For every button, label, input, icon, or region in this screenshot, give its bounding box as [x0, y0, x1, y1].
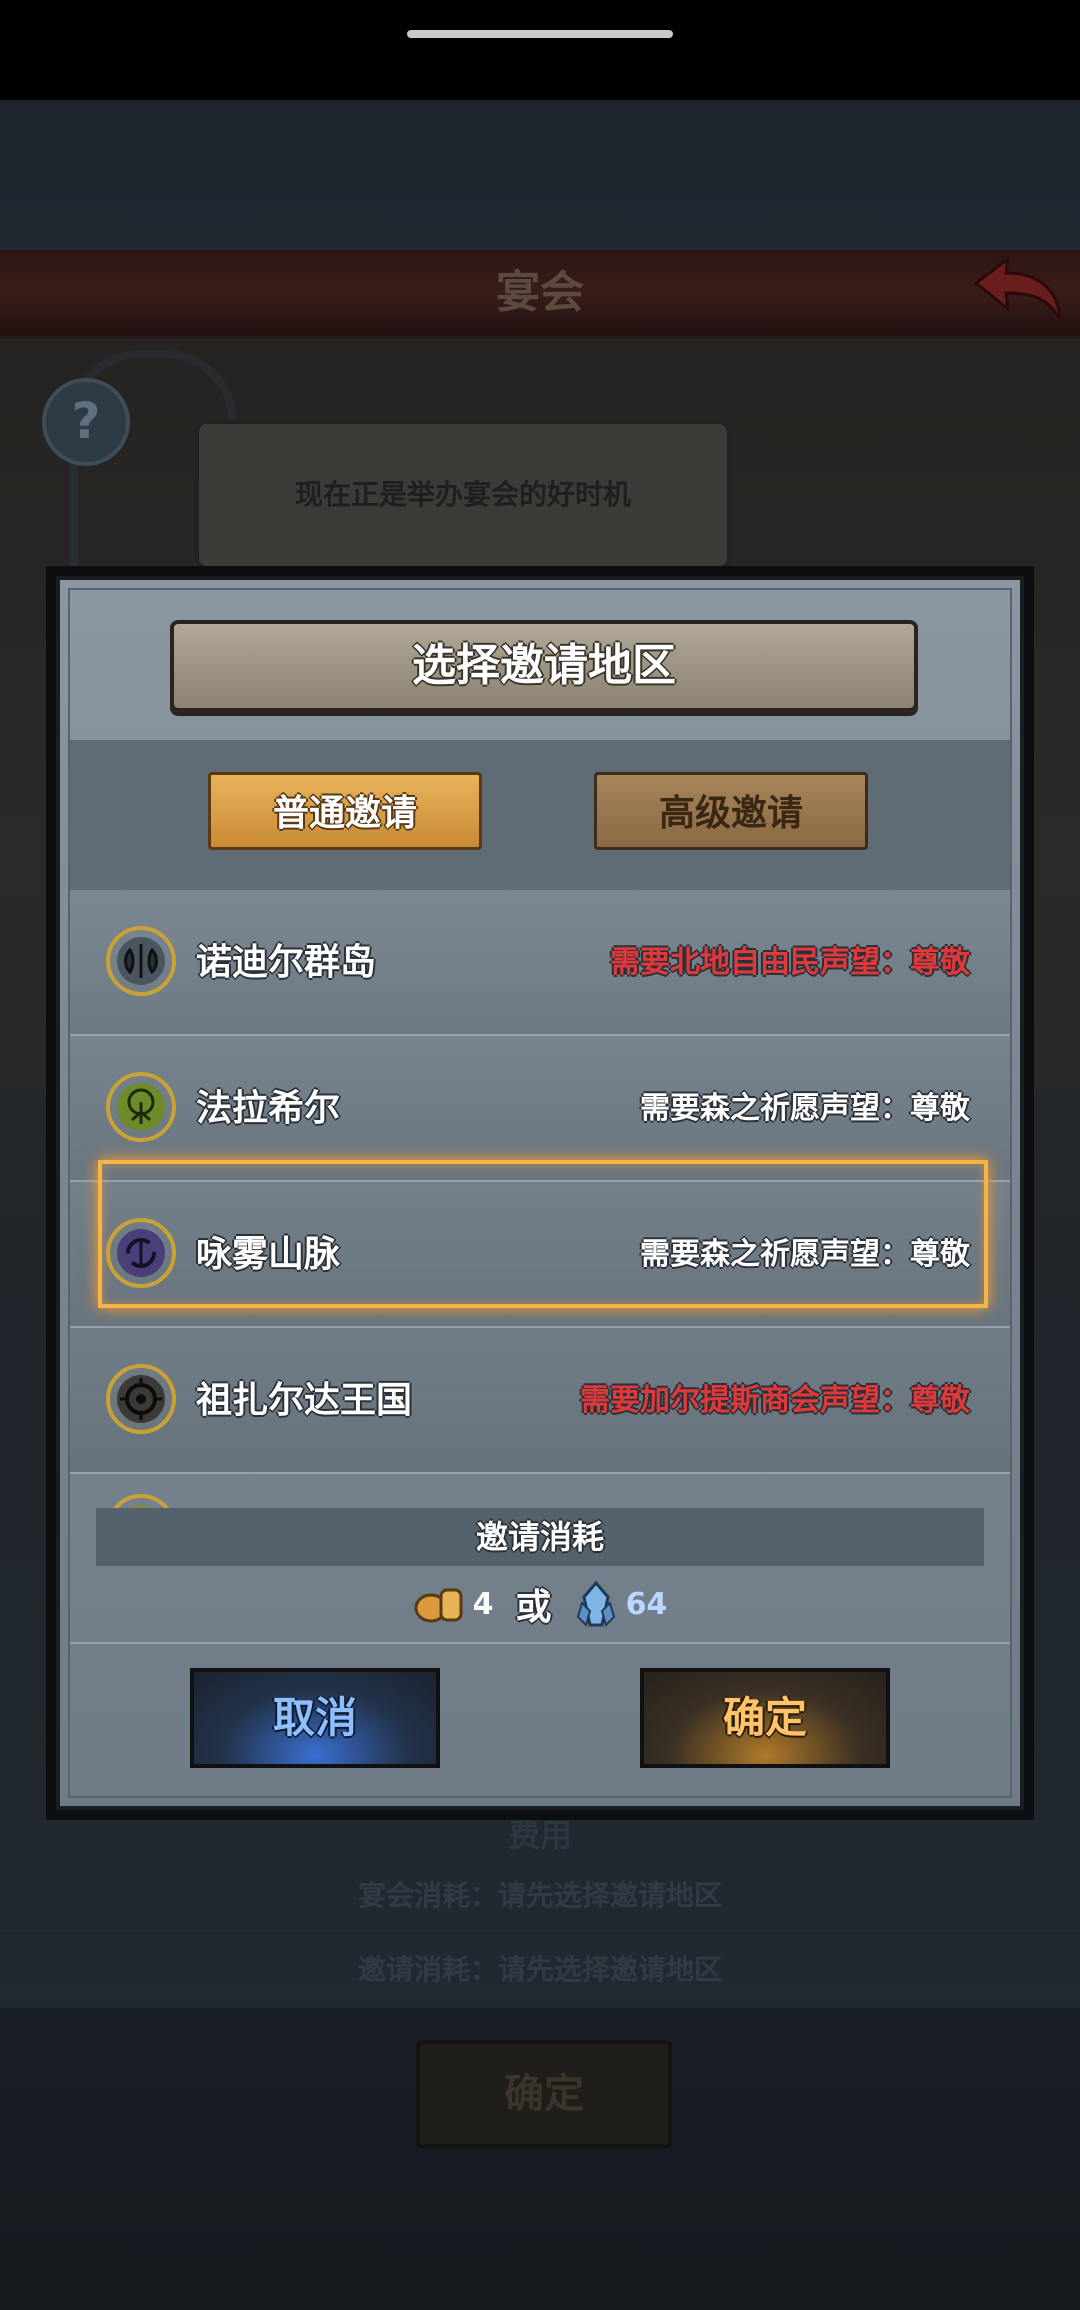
region-requirement: 需要北地自由民声望：尊敬 [610, 945, 970, 980]
region-name: 诺迪尔群岛 [196, 942, 377, 983]
bread-cost: 4 [472, 1586, 494, 1622]
background-confirm-button: 确定 [416, 2040, 672, 2148]
bread-icon [414, 1588, 463, 1623]
home-indicator[interactable] [407, 30, 673, 38]
region-row-zuzalda[interactable]: 祖扎尔达王国 需要加尔提斯商会声望：尊敬 [70, 1328, 1010, 1474]
cancel-button[interactable]: 取消 [190, 1668, 440, 1768]
invite-cost-line: 4 或 64 [70, 1566, 1010, 1644]
confirm-button[interactable]: 确定 [640, 1668, 890, 1768]
region-row-partial[interactable] [70, 1474, 1010, 1510]
back-arrow-icon[interactable] [968, 255, 1064, 325]
region-requirement: 需要加尔提斯商会声望：尊敬 [580, 1383, 970, 1418]
sun-emblem-icon [106, 1364, 176, 1434]
status-bar [0, 0, 1080, 100]
dialog-title: 选择邀请地区 [412, 640, 676, 691]
tree-emblem-icon [106, 1072, 176, 1142]
banquet-cost-row: 宴会消耗：请先选择邀请地区 [0, 1860, 1080, 1934]
crystal-icon [576, 1581, 615, 1627]
selection-highlight [98, 1160, 988, 1308]
region-name: 祖扎尔达王国 [196, 1380, 413, 1421]
region-row-nordir[interactable]: 诺迪尔群岛 需要北地自由民声望：尊敬 [70, 890, 1010, 1036]
tab-premium-invite[interactable]: 高级邀请 [594, 772, 868, 850]
crystal-cost: 64 [625, 1586, 668, 1622]
tab-normal-invite[interactable]: 普通邀请 [208, 772, 482, 850]
page-title: 宴会 [496, 267, 584, 318]
invite-cost-row: 邀请消耗：请先选择邀请地区 [0, 1934, 1080, 2008]
or-text: 或 [515, 1587, 552, 1628]
invite-cost-title: 邀请消耗 [475, 1518, 604, 1556]
axe-emblem-icon [106, 926, 176, 996]
speech-bubble: 现在正是举办宴会的好时机 [195, 420, 731, 570]
help-button[interactable]: ? [42, 378, 130, 466]
